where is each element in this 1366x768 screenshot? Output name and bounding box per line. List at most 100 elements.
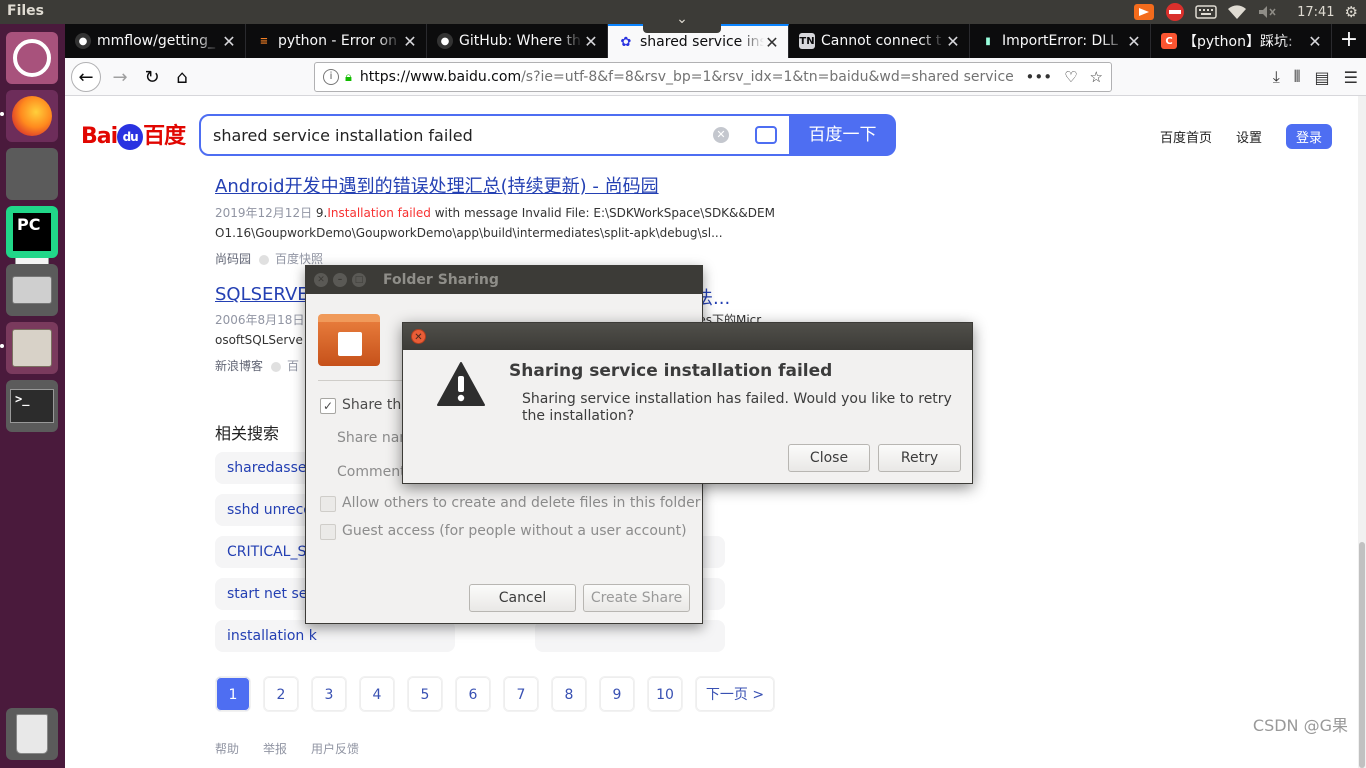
- terminal-icon[interactable]: >_: [6, 380, 58, 432]
- next-page-button[interactable]: 下一页 >: [695, 676, 775, 712]
- forward-arrow-icon[interactable]: →: [105, 62, 135, 92]
- baidu-header: Bai du 百度 shared service installation fail…: [65, 96, 1366, 172]
- files-icon[interactable]: [6, 322, 58, 374]
- close-tab-icon[interactable]: ✕: [764, 33, 780, 52]
- result-title-link[interactable]: Android开发中遇到的错误处理汇总(持续更新) - 尚码园: [215, 172, 775, 198]
- library-icon[interactable]: ⫴: [1294, 67, 1301, 87]
- close-tab-icon[interactable]: ✕: [221, 32, 237, 51]
- allow-others-checkbox[interactable]: [320, 496, 336, 512]
- page-9[interactable]: 9: [599, 676, 635, 712]
- home-icon[interactable]: ⌂: [167, 62, 197, 92]
- page-scrollbar[interactable]: [1358, 96, 1366, 768]
- notification-icon[interactable]: [1133, 0, 1155, 24]
- search-button[interactable]: 百度一下: [789, 114, 896, 156]
- camera-search-icon[interactable]: [755, 126, 777, 144]
- retry-button[interactable]: Retry: [878, 444, 961, 472]
- page-5[interactable]: 5: [407, 676, 443, 712]
- close-tab-icon[interactable]: ✕: [583, 32, 599, 51]
- pycharm-icon[interactable]: PC: [6, 206, 58, 258]
- related-search-chip[interactable]: [535, 620, 725, 652]
- close-window-icon[interactable]: ✕: [314, 273, 328, 287]
- tab-title: python - Error on: [278, 33, 397, 49]
- page-4[interactable]: 4: [359, 676, 395, 712]
- usb-drive-icon[interactable]: [6, 264, 58, 316]
- report-link[interactable]: 举报: [263, 740, 287, 757]
- footer: 帮助 举报 用户反馈: [215, 740, 359, 757]
- do-not-disturb-icon[interactable]: [1165, 0, 1185, 24]
- terminal-favicon-icon: ▮: [985, 35, 991, 47]
- tab-title: shared service ins: [640, 34, 764, 50]
- clear-search-icon[interactable]: ✕: [713, 127, 729, 143]
- app-name: Files: [7, 3, 44, 19]
- back-arrow-icon[interactable]: ←: [71, 62, 101, 92]
- clock[interactable]: 17:41: [1287, 0, 1334, 24]
- pagination: 1 2 3 4 5 6 7 8 9 10 下一页 >: [215, 676, 775, 712]
- cancel-button[interactable]: Cancel: [469, 584, 576, 612]
- hamburger-menu-icon[interactable]: ☰: [1344, 68, 1358, 87]
- page-10[interactable]: 10: [647, 676, 683, 712]
- reload-icon[interactable]: ↻: [137, 62, 167, 92]
- url-text[interactable]: https://www.baidu.com/s?ie=utf-8&f=8&rsv…: [360, 69, 1026, 85]
- search-result: Android开发中遇到的错误处理汇总(持续更新) - 尚码园 2019年12月…: [215, 172, 775, 267]
- firefox-icon[interactable]: [6, 90, 58, 142]
- new-tab-plus-icon[interactable]: +: [1332, 24, 1366, 58]
- page-7[interactable]: 7: [503, 676, 539, 712]
- help-link[interactable]: 帮助: [215, 740, 239, 757]
- site-info-icon[interactable]: i: [323, 69, 339, 85]
- bookmark-star-icon[interactable]: ☆: [1090, 68, 1103, 86]
- launcher: PC >_: [0, 24, 65, 768]
- minimize-window-icon[interactable]: –: [333, 273, 347, 287]
- lock-icon[interactable]: 🔒︎: [345, 70, 352, 85]
- maximize-window-icon[interactable]: □: [352, 273, 366, 287]
- ubuntu-dash-icon[interactable]: [6, 32, 58, 84]
- tab-title: 【python】踩坑:: [1183, 34, 1293, 50]
- tab-cannot-connect[interactable]: TN Cannot connect t ✕: [789, 24, 970, 58]
- tab-title: GitHub: Where th: [459, 33, 581, 49]
- page-2[interactable]: 2: [263, 676, 299, 712]
- close-tab-icon[interactable]: ✕: [1307, 32, 1323, 51]
- close-window-icon[interactable]: ✕: [411, 329, 426, 344]
- shared-folder-icon: [318, 314, 380, 366]
- wifi-icon[interactable]: [1227, 0, 1247, 24]
- text-editor-icon[interactable]: [6, 148, 58, 266]
- sidebar-icon[interactable]: ▤: [1315, 68, 1330, 87]
- page-3[interactable]: 3: [311, 676, 347, 712]
- tab-github[interactable]: ● GitHub: Where th ✕: [427, 24, 608, 58]
- tab-title: Cannot connect t: [821, 33, 942, 49]
- page-1[interactable]: 1: [215, 676, 251, 712]
- tab-python-pitfall[interactable]: C 【python】踩坑: ✕: [1151, 24, 1332, 58]
- tab-importerror[interactable]: ▮ ImportError: DLL ✕: [970, 24, 1151, 58]
- tab-python-error[interactable]: ≡ python - Error on ✕: [246, 24, 427, 58]
- tab-title: ImportError: DLL: [1002, 33, 1118, 49]
- create-share-button[interactable]: Create Share: [583, 584, 690, 612]
- close-tab-icon[interactable]: ✕: [1126, 32, 1142, 51]
- share-folder-label: Share thi: [342, 397, 406, 413]
- page-6[interactable]: 6: [455, 676, 491, 712]
- trash-icon[interactable]: [6, 708, 58, 760]
- related-search-chip[interactable]: installation k: [215, 620, 455, 652]
- system-tray: 17:41 ⚙: [1133, 0, 1366, 24]
- close-button[interactable]: Close: [788, 444, 870, 472]
- power-gear-icon[interactable]: ⚙: [1345, 0, 1358, 24]
- guest-access-checkbox[interactable]: [320, 524, 336, 540]
- close-tab-icon[interactable]: ✕: [402, 32, 418, 51]
- pocket-icon[interactable]: ♡: [1064, 68, 1077, 86]
- download-arrow-icon[interactable]: ⤓: [1273, 67, 1280, 87]
- feedback-link[interactable]: 用户反馈: [311, 740, 359, 757]
- scrollbar-thumb[interactable]: [1359, 542, 1365, 768]
- search-input[interactable]: shared service installation failed ✕: [199, 114, 791, 156]
- window-expander-chevron-icon[interactable]: ⌄: [643, 5, 721, 33]
- baidu-home-link[interactable]: 百度首页: [1160, 127, 1212, 146]
- login-button[interactable]: 登录: [1285, 124, 1332, 149]
- tab-mmflow[interactable]: ● mmflow/getting_ ✕: [65, 24, 246, 58]
- page-actions-ellipsis-icon[interactable]: •••: [1026, 68, 1053, 86]
- page-8[interactable]: 8: [551, 676, 587, 712]
- share-folder-checkbox[interactable]: ✓: [320, 398, 336, 414]
- close-tab-icon[interactable]: ✕: [945, 32, 961, 51]
- sharing-error-dialog: ✕ Sharing service installation failed Sh…: [402, 322, 973, 484]
- settings-link[interactable]: 设置: [1236, 127, 1262, 146]
- keyboard-icon[interactable]: [1195, 0, 1217, 24]
- volume-muted-icon[interactable]: [1257, 0, 1277, 24]
- url-bar[interactable]: i 🔒︎ https://www.baidu.com/s?ie=utf-8&f=…: [314, 62, 1112, 92]
- baidu-logo[interactable]: Bai du 百度: [81, 118, 186, 150]
